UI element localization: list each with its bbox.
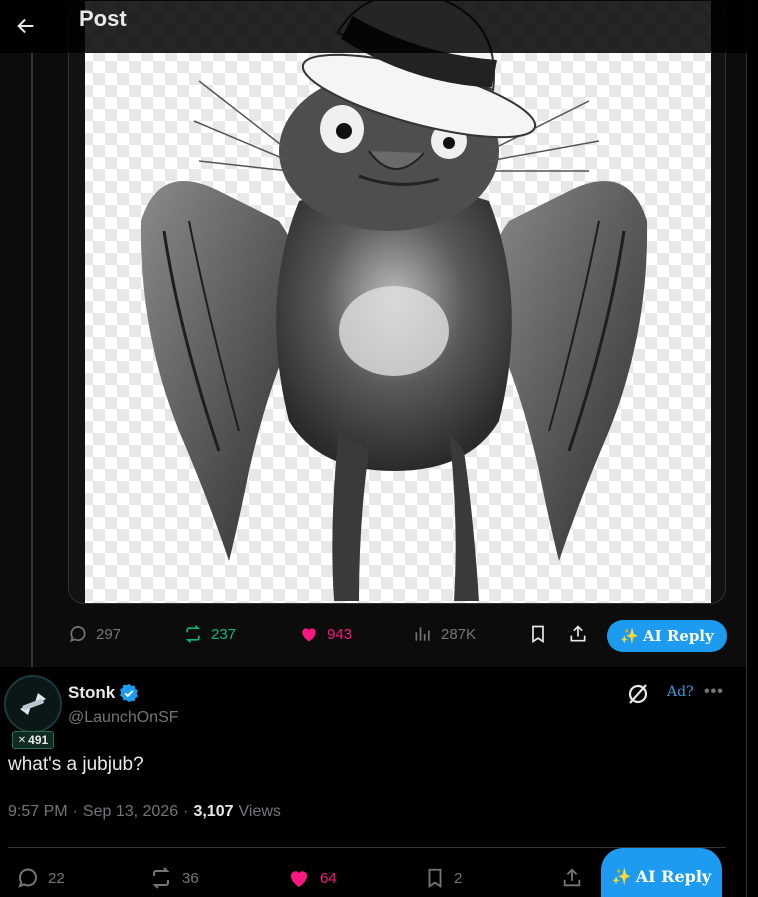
heart-icon: [302, 628, 316, 642]
jubjub-illustration: [85, 1, 711, 603]
bookmark-count: 2: [454, 869, 463, 887]
ad-label[interactable]: Ad?: [667, 684, 694, 700]
parent-post: 297 237 943 287K ✨ AI Reply: [0, 0, 746, 667]
share-icon: [563, 868, 581, 887]
share-button[interactable]: [561, 866, 583, 890]
post-time[interactable]: 9:57 PM: [8, 803, 68, 821]
parent-repost-button[interactable]: 237: [183, 624, 236, 644]
post-date[interactable]: Sep 13, 2026: [83, 803, 178, 821]
more-icon[interactable]: •••: [704, 683, 726, 703]
parent-like-button[interactable]: 943: [299, 624, 352, 644]
heart-icon: [290, 871, 308, 887]
parent-views-button[interactable]: 287K: [413, 624, 476, 644]
reply-count: 297: [96, 625, 122, 643]
avatar-badge: ✕ 491: [12, 731, 54, 749]
repost-count: 237: [211, 625, 237, 643]
like-button[interactable]: 64: [286, 866, 337, 890]
sparkles-icon: ✨: [620, 627, 639, 645]
repost-icon: [152, 867, 170, 889]
repost-count: 36: [182, 869, 199, 887]
top-bar: Post: [0, 0, 758, 53]
bookmark-icon: [428, 868, 442, 888]
repost-icon: [185, 625, 201, 643]
separator-dot: ·: [72, 803, 78, 820]
post-image[interactable]: [68, 0, 726, 604]
share-icon: [570, 625, 586, 642]
display-name[interactable]: Stonk: [68, 683, 139, 703]
like-count: 64: [320, 869, 337, 887]
ai-reply-label: AI Reply: [635, 866, 712, 886]
stonk-logo-icon: [20, 693, 46, 715]
parent-reply-button[interactable]: 297: [68, 624, 121, 644]
parent-ai-reply-button[interactable]: ✨ AI Reply: [607, 620, 727, 652]
post-text: what's a jubjub?: [8, 754, 144, 775]
back-arrow-icon: [17, 18, 34, 34]
thread-connector: [31, 53, 33, 678]
like-count: 943: [327, 625, 353, 643]
ai-reply-label: AI Reply: [642, 627, 714, 645]
handle[interactable]: @LaunchOnSF: [68, 709, 179, 727]
ai-reply-button[interactable]: ✨ AI Reply: [601, 848, 722, 897]
post-meta: 9:57 PM · Sep 13, 2026 · 3,107 Views: [8, 803, 281, 821]
views-count: 287K: [441, 625, 477, 643]
views-number: 3,107: [193, 803, 234, 820]
reply-icon: [69, 626, 86, 643]
reply-button[interactable]: 22: [16, 866, 65, 890]
grok-icon: [628, 684, 648, 704]
views-label: Views: [238, 803, 281, 820]
x-mark-icon: ✕: [17, 734, 27, 746]
back-button[interactable]: [8, 8, 44, 44]
separator-dot: ·: [183, 803, 189, 820]
badge-count: 491: [28, 733, 49, 747]
page-title: Post: [79, 6, 127, 31]
parent-bookmark-button[interactable]: [528, 624, 548, 644]
avatar[interactable]: [4, 675, 62, 733]
reply-icon: [18, 868, 37, 888]
parent-share-button[interactable]: [568, 624, 588, 644]
verified-icon: [120, 683, 139, 703]
sparkles-icon: ✨: [611, 866, 632, 886]
bookmark-button[interactable]: 2: [424, 866, 462, 890]
views-icon: [415, 627, 430, 641]
bookmark-icon: [532, 625, 544, 644]
reply-count: 22: [48, 869, 65, 887]
right-gutter: [747, 0, 758, 897]
display-name-text: Stonk: [68, 683, 116, 702]
repost-button[interactable]: 36: [148, 866, 199, 890]
grok-button[interactable]: [624, 680, 652, 708]
